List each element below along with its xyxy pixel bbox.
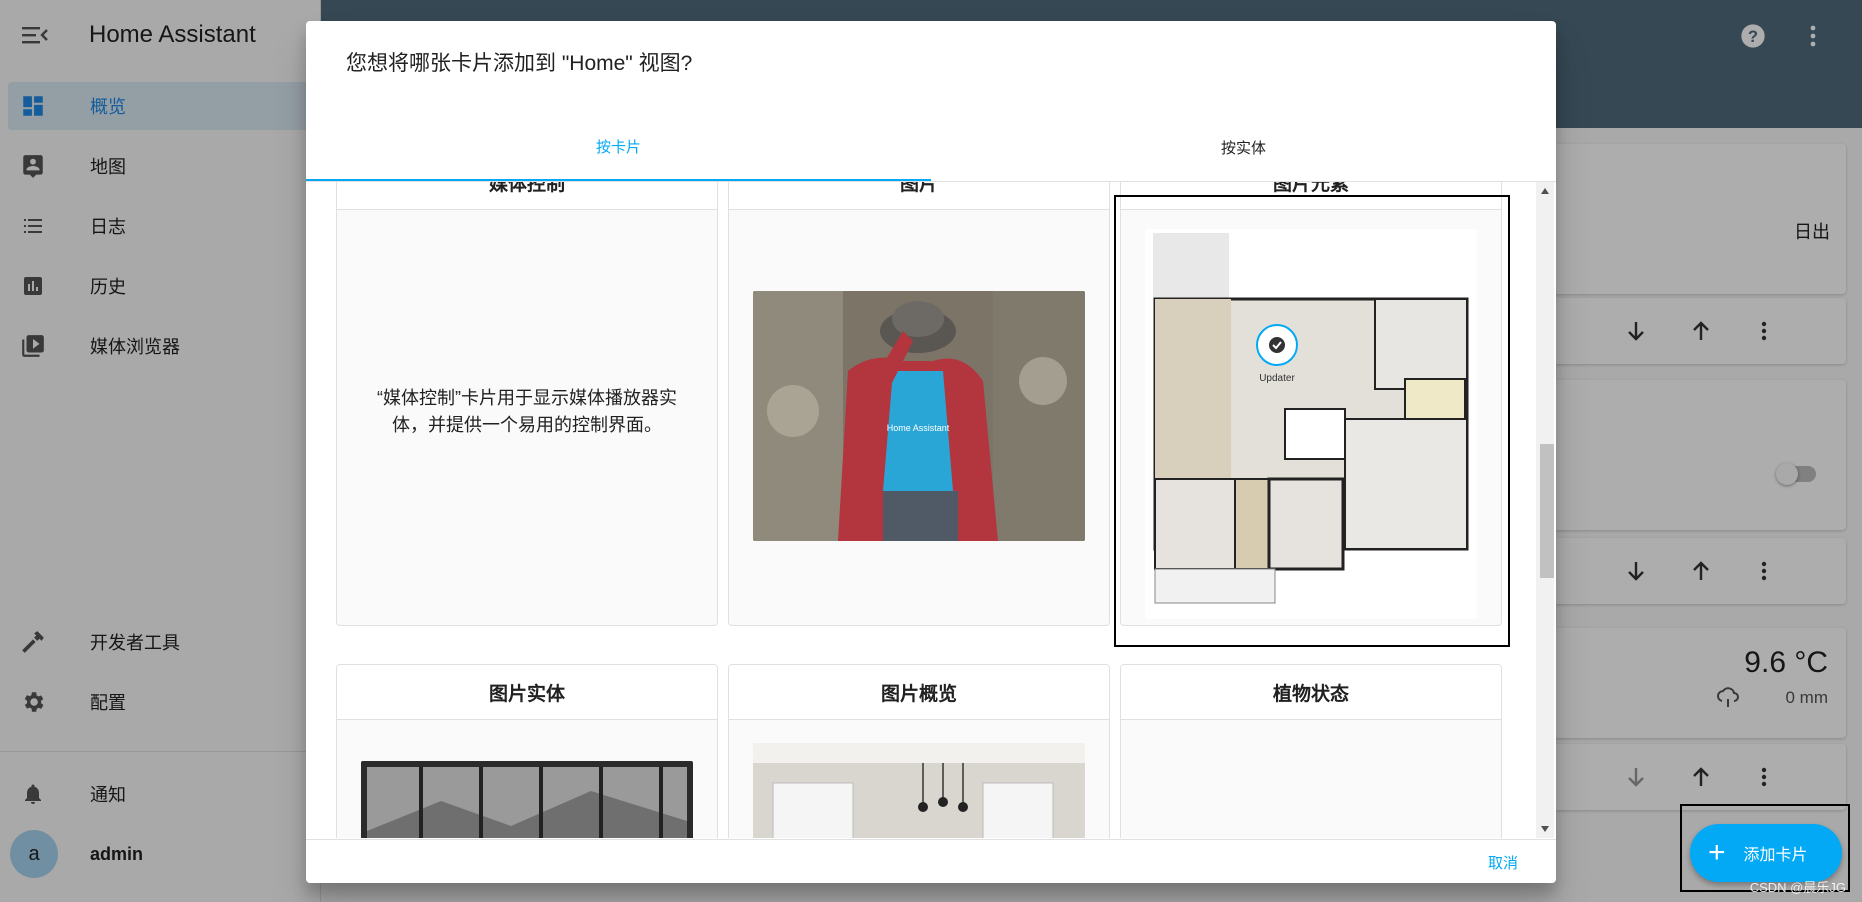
- card-title: 图片实体: [337, 665, 717, 720]
- picture-entity-preview: [361, 761, 693, 838]
- dialog-scrollbar[interactable]: [1536, 182, 1554, 838]
- tab-by-card[interactable]: 按卡片: [306, 113, 931, 181]
- card-option-picture-glance[interactable]: 图片概览: [728, 664, 1110, 838]
- dialog-title: 您想将哪张卡片添加到 "Home" 视图?: [346, 52, 693, 75]
- shirt-text: Home Assistant: [887, 423, 950, 433]
- card-option-picture[interactable]: 图片 Home Assistant: [728, 182, 1110, 626]
- picture-glance-preview: [753, 743, 1085, 838]
- dialog-tabs: 按卡片 按实体: [306, 113, 1556, 182]
- card-option-media-control[interactable]: 媒体控制 “媒体控制”卡片用于显示媒体播放器实体，并提供一个易用的控制界面。: [336, 182, 718, 626]
- watermark: CSDN @晨乐JG: [1749, 880, 1846, 895]
- dialog-footer: 取消: [306, 839, 1556, 883]
- add-card-dialog: 您想将哪张卡片添加到 "Home" 视图? 按卡片 按实体 媒体控制 “媒体控制…: [306, 21, 1556, 883]
- kitchen-illustration: [753, 743, 1085, 838]
- card-picker-list[interactable]: 媒体控制 “媒体控制”卡片用于显示媒体播放器实体，并提供一个易用的控制界面。 图…: [306, 182, 1556, 838]
- card-title: 图片: [729, 182, 1109, 210]
- card-description: “媒体控制”卡片用于显示媒体播放器实体，并提供一个易用的控制界面。: [377, 388, 677, 435]
- card-option-picture-entity[interactable]: 图片实体: [336, 664, 718, 838]
- card-title: 植物状态: [1121, 665, 1501, 720]
- window-landscape-illustration: [367, 767, 687, 838]
- cancel-button[interactable]: 取消: [1488, 852, 1518, 873]
- picture-preview: Home Assistant: [753, 291, 1085, 541]
- card-title: 媒体控制: [337, 182, 717, 210]
- selection-outline: [1114, 195, 1510, 647]
- scroll-down-arrow-icon[interactable]: [1541, 826, 1549, 832]
- scroll-up-arrow-icon[interactable]: [1541, 188, 1549, 194]
- card-title: 图片概览: [729, 665, 1109, 720]
- scrollbar-thumb[interactable]: [1540, 444, 1554, 578]
- tab-by-entity[interactable]: 按实体: [931, 113, 1556, 181]
- person-photo-illustration: Home Assistant: [753, 291, 1085, 541]
- card-option-plant-status[interactable]: 植物状态: [1120, 664, 1502, 838]
